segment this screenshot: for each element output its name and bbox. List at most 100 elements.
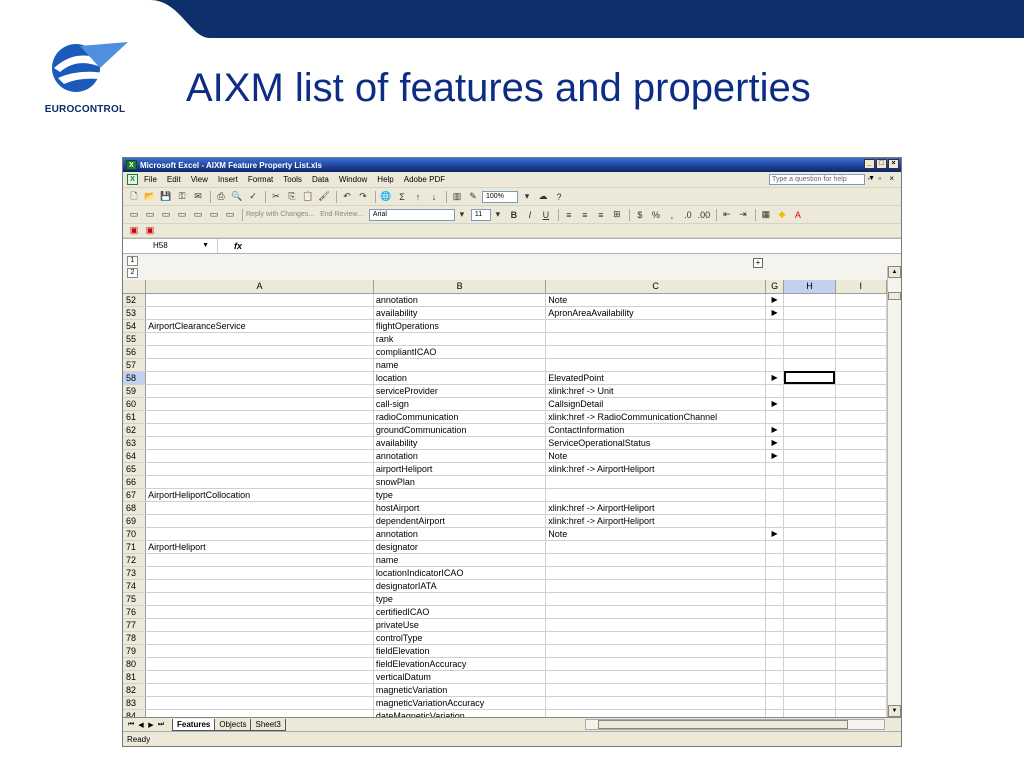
cell-a[interactable] xyxy=(145,423,374,437)
cell-g[interactable] xyxy=(765,553,785,567)
cell-g[interactable]: ▶ xyxy=(765,436,785,450)
cell-a[interactable] xyxy=(145,657,374,671)
cell-h[interactable] xyxy=(783,605,836,619)
row-header[interactable]: 69 xyxy=(123,514,147,528)
cell-i[interactable] xyxy=(835,319,887,333)
cell-g[interactable]: ▶ xyxy=(765,423,785,437)
row-header[interactable]: 66 xyxy=(123,475,147,489)
cell-h[interactable] xyxy=(783,488,836,502)
cell-b[interactable]: flightOperations xyxy=(373,319,547,333)
cell-c[interactable] xyxy=(545,332,766,346)
cell-i[interactable] xyxy=(835,306,887,320)
cell-g[interactable]: ▶ xyxy=(765,293,785,307)
outline-level-2[interactable]: 2 xyxy=(127,268,138,278)
cell-g[interactable] xyxy=(765,709,785,717)
row-header[interactable]: 74 xyxy=(123,579,147,593)
cell-g[interactable] xyxy=(765,657,785,671)
cell-a[interactable] xyxy=(145,306,374,320)
cell-h[interactable] xyxy=(783,397,836,411)
menu-edit[interactable]: Edit xyxy=(167,175,181,184)
cell-a[interactable] xyxy=(145,345,374,359)
cell-b[interactable]: dependentAirport xyxy=(373,514,547,528)
cell-c[interactable]: xlink:href -> AirportHeliport xyxy=(545,514,766,528)
cell-a[interactable] xyxy=(145,605,374,619)
row-header[interactable]: 62 xyxy=(123,423,147,437)
cell-b[interactable]: name xyxy=(373,358,547,372)
cell-c[interactable] xyxy=(545,670,766,684)
cell-c[interactable] xyxy=(545,540,766,554)
maximize-icon[interactable]: □ xyxy=(876,159,887,169)
cell-i[interactable] xyxy=(835,384,887,398)
menu-data[interactable]: Data xyxy=(312,175,329,184)
cell-a[interactable] xyxy=(145,436,374,450)
row-header[interactable]: 53 xyxy=(123,306,147,320)
cell-a[interactable] xyxy=(145,358,374,372)
cell-i[interactable] xyxy=(835,488,887,502)
row-header[interactable]: 80 xyxy=(123,657,147,671)
cell-c[interactable]: Note xyxy=(545,293,766,307)
cell-c[interactable] xyxy=(545,475,766,489)
row-header[interactable]: 54 xyxy=(123,319,147,333)
cell-h[interactable] xyxy=(783,306,836,320)
cell-a[interactable] xyxy=(145,332,374,346)
row-header[interactable]: 61 xyxy=(123,410,147,424)
name-box[interactable]: H58 ▼ xyxy=(123,239,218,253)
cell-c[interactable] xyxy=(545,618,766,632)
cell-c[interactable] xyxy=(545,566,766,580)
cell-b[interactable]: magneticVariationAccuracy xyxy=(373,696,547,710)
last-sheet-icon[interactable]: ⏭ xyxy=(156,721,166,729)
cell-i[interactable] xyxy=(835,293,887,307)
cell-i[interactable] xyxy=(835,371,887,385)
workbook-icon[interactable]: X xyxy=(127,174,138,185)
cell-i[interactable] xyxy=(835,709,887,717)
row-header[interactable]: 68 xyxy=(123,501,147,515)
cell-b[interactable]: controlType xyxy=(373,631,547,645)
row-header[interactable]: 67 xyxy=(123,488,147,502)
menu-help[interactable]: Help xyxy=(377,175,393,184)
horizontal-scrollbar-thumb[interactable] xyxy=(598,720,848,729)
cell-c[interactable]: ElevatedPoint xyxy=(545,371,766,385)
sort-descending-icon[interactable]: ↓ xyxy=(427,190,441,203)
cell-g[interactable]: ▶ xyxy=(765,397,785,411)
cell-b[interactable]: certifiedICAO xyxy=(373,605,547,619)
cell-g[interactable] xyxy=(765,488,785,502)
cell-a[interactable]: AirportHeliportCollocation xyxy=(145,488,374,502)
cell-h[interactable] xyxy=(783,410,836,424)
cell-h[interactable] xyxy=(783,709,836,717)
cell-g[interactable] xyxy=(765,644,785,658)
cell-h[interactable] xyxy=(783,553,836,567)
cell-h[interactable] xyxy=(783,696,836,710)
cell-b[interactable]: verticalDatum xyxy=(373,670,547,684)
cell-h[interactable] xyxy=(783,332,836,346)
cell-h[interactable] xyxy=(783,345,836,359)
cell-a[interactable] xyxy=(145,683,374,697)
cell-g[interactable] xyxy=(765,410,785,424)
menu-window[interactable]: Window xyxy=(339,175,367,184)
cell-c[interactable] xyxy=(545,696,766,710)
cell-i[interactable] xyxy=(835,683,887,697)
cell-b[interactable]: hostAirport xyxy=(373,501,547,515)
row-header[interactable]: 81 xyxy=(123,670,147,684)
permission-icon[interactable]: ⚿ xyxy=(175,190,189,203)
cell-a[interactable] xyxy=(145,631,374,645)
vertical-scrollbar[interactable]: ▲ ▼ xyxy=(887,266,901,717)
prev-sheet-icon[interactable]: ◀ xyxy=(136,721,146,729)
cell-g[interactable]: ▶ xyxy=(765,306,785,320)
cell-i[interactable] xyxy=(835,462,887,476)
row-header[interactable]: 70 xyxy=(123,527,147,541)
cell-c[interactable] xyxy=(545,605,766,619)
font-color-icon[interactable]: A xyxy=(791,208,805,221)
scroll-up-icon[interactable]: ▲ xyxy=(888,266,901,278)
row-header[interactable]: 52 xyxy=(123,293,147,307)
cell-c[interactable] xyxy=(545,345,766,359)
cell-g[interactable] xyxy=(765,501,785,515)
cell-c[interactable]: xlink:href -> AirportHeliport xyxy=(545,501,766,515)
row-header[interactable]: 76 xyxy=(123,605,147,619)
fill-color-icon[interactable]: ◆ xyxy=(775,208,789,221)
cell-a[interactable] xyxy=(145,293,374,307)
cell-i[interactable] xyxy=(835,618,887,632)
research-icon[interactable]: ☁ xyxy=(536,190,550,203)
cell-a[interactable] xyxy=(145,462,374,476)
currency-icon[interactable]: $ xyxy=(633,208,647,221)
comma-icon[interactable]: , xyxy=(665,208,679,221)
